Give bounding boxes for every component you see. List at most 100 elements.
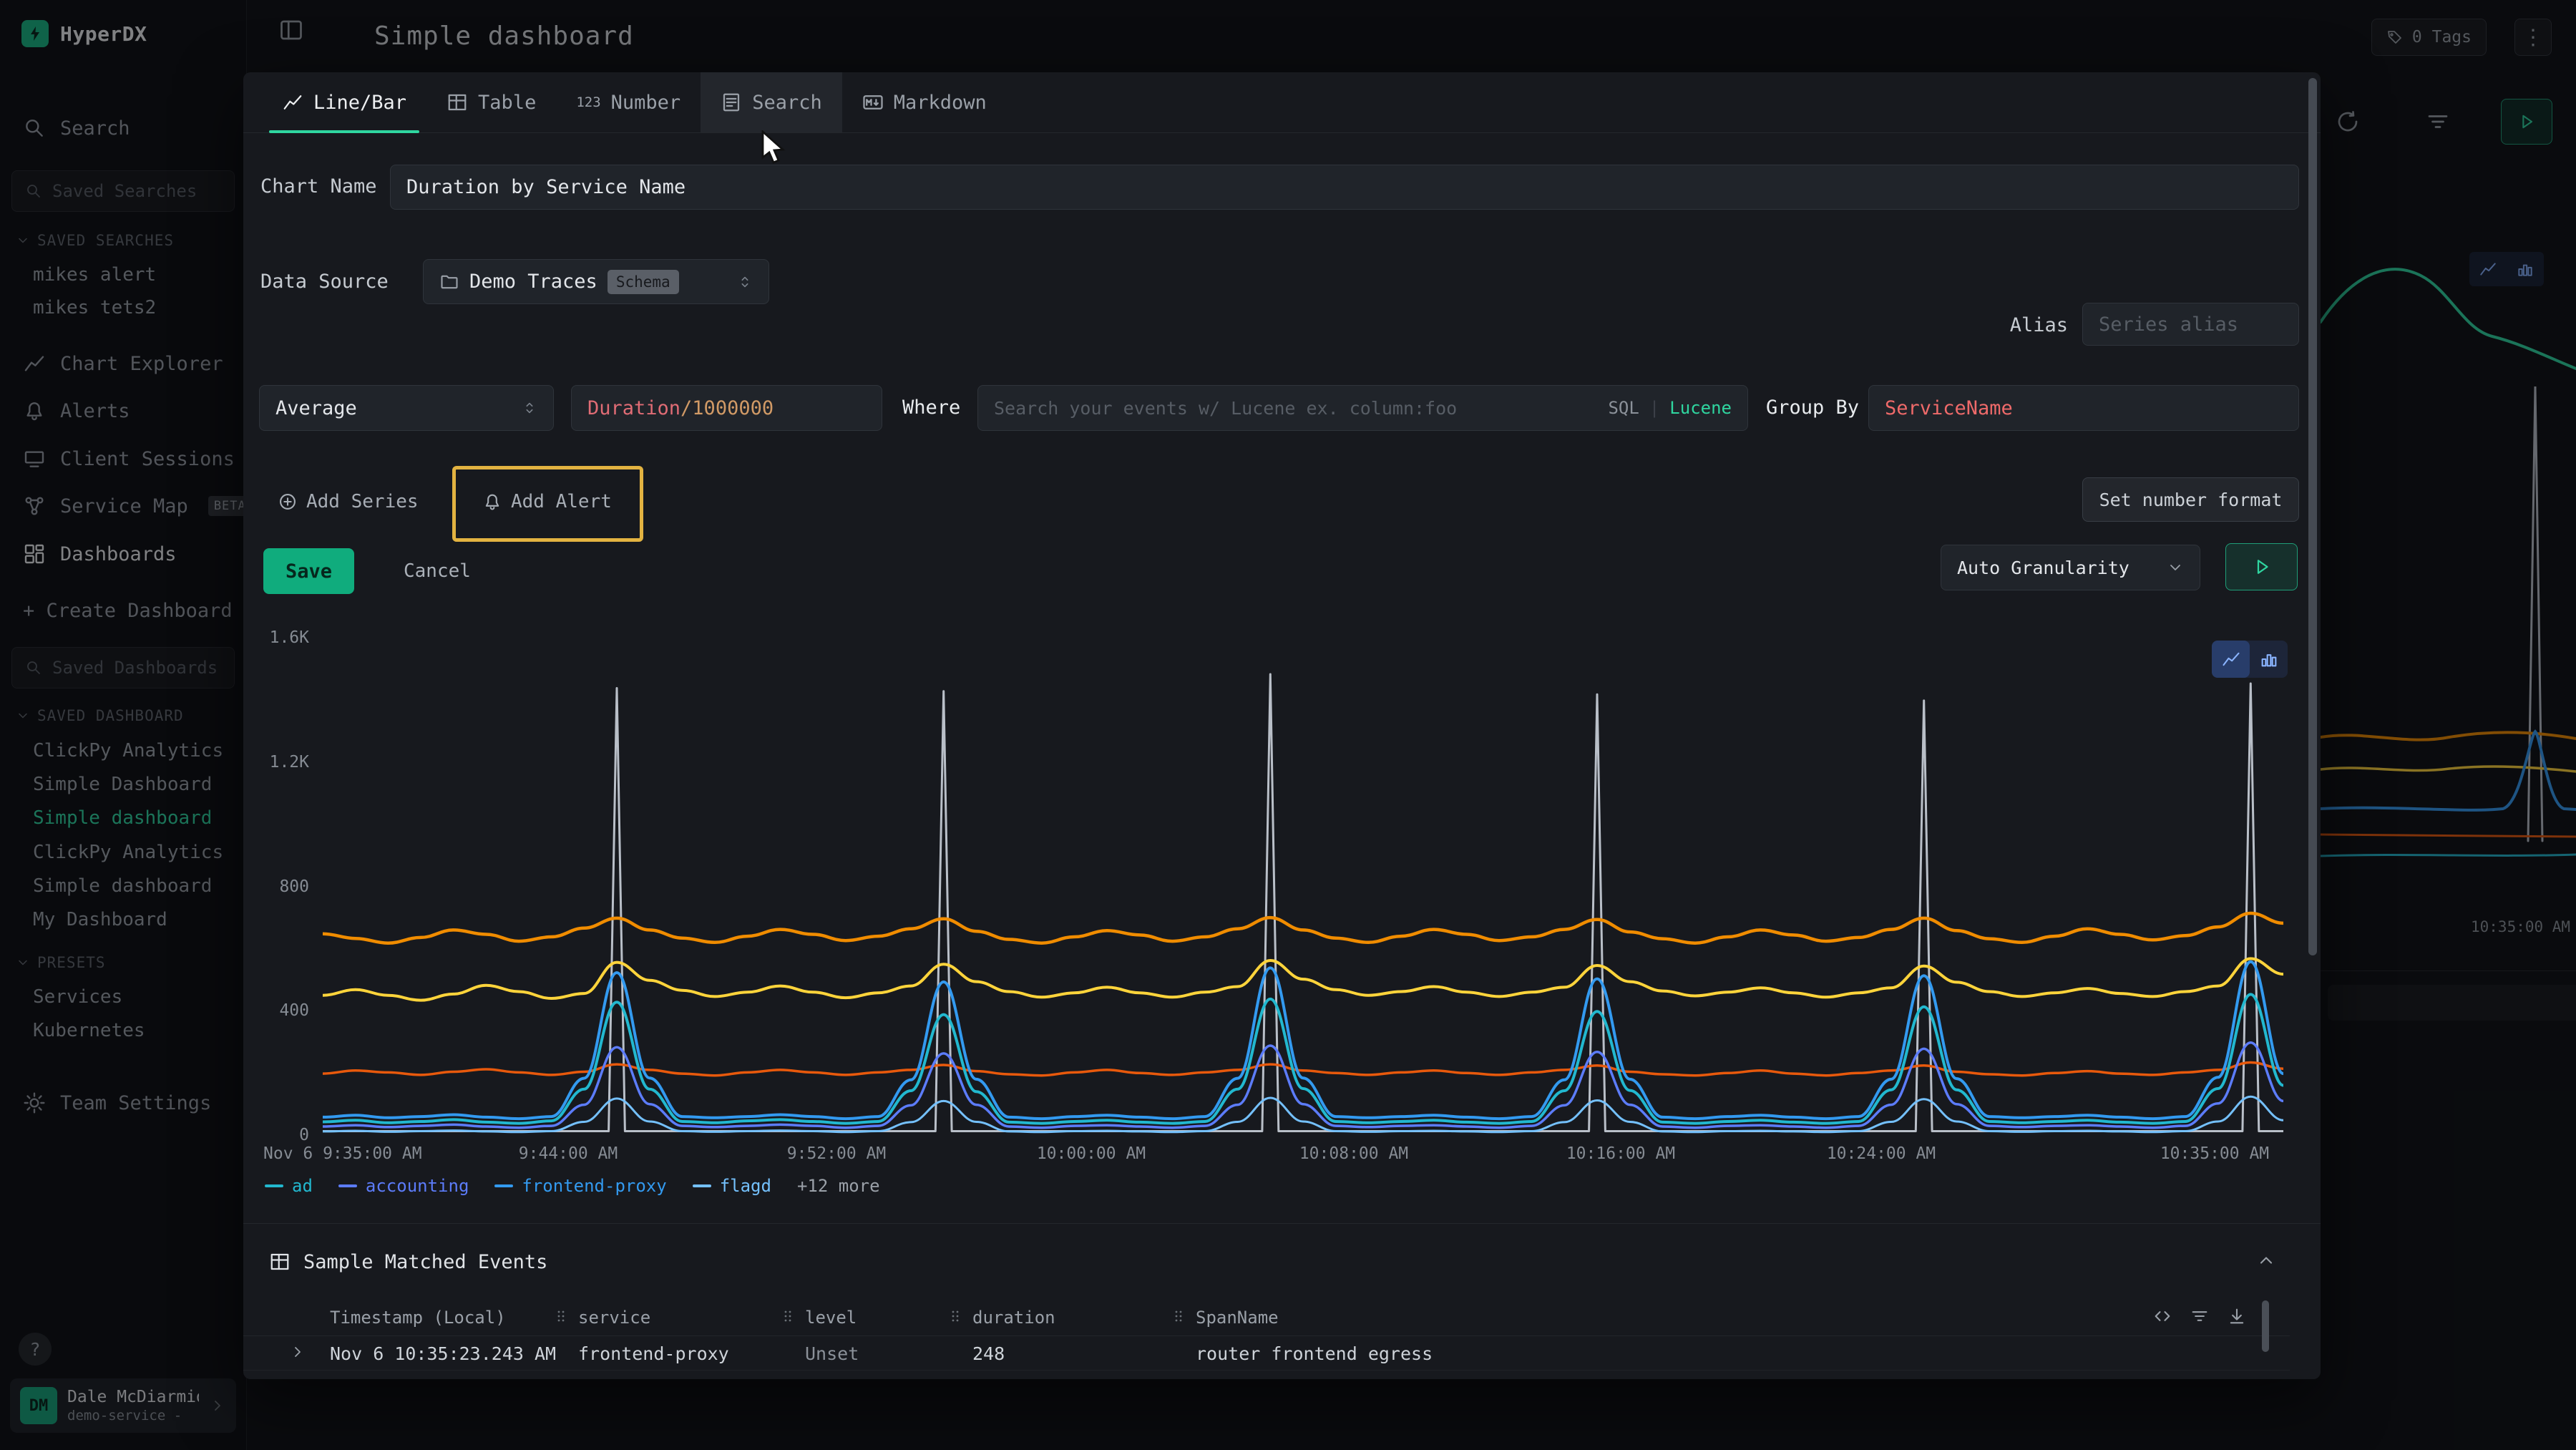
x-axis-tick: 10:35:00 AM — [2160, 1144, 2269, 1163]
granularity-value: Auto Granularity — [1957, 558, 2129, 578]
x-axis-tick: 10:16:00 AM — [1566, 1144, 1675, 1163]
event-row[interactable]: Nov 6 10:35:23.243 AMfrontend-proxyUnset… — [243, 1371, 2290, 1379]
column-header[interactable]: SpanName — [1196, 1308, 1279, 1328]
field-input[interactable]: Duration/1000000 — [571, 385, 882, 431]
select-arrows-icon — [737, 274, 753, 290]
data-source-select[interactable]: Demo Traces Schema — [423, 259, 769, 304]
collapse-events-icon[interactable] — [2256, 1250, 2276, 1270]
event-level: Unset — [805, 1343, 859, 1364]
data-source-label: Data Source — [260, 271, 389, 293]
filter-icon[interactable] — [2190, 1306, 2210, 1326]
bar-chart-toggle[interactable] — [2250, 641, 2288, 678]
bar-chart-icon — [2259, 649, 2279, 669]
linechart-icon — [282, 92, 303, 113]
column-header[interactable]: level — [805, 1308, 857, 1328]
event-service: frontend-proxy — [578, 1378, 729, 1379]
legend-swatch — [693, 1184, 711, 1187]
tab-label: Line/Bar — [313, 92, 406, 114]
where-input[interactable]: Search your events w/ Lucene ex. column:… — [977, 385, 1748, 431]
event-row[interactable]: Nov 6 10:35:23.243 AM frontend-proxy Unset… — [243, 1336, 2290, 1371]
column-header[interactable]: duration — [972, 1308, 1055, 1328]
legend-label: ad — [292, 1176, 313, 1196]
legend-swatch — [338, 1184, 357, 1187]
tab-table[interactable]: Table — [426, 72, 556, 132]
column-grip-icon[interactable] — [552, 1308, 570, 1325]
chevron-down-icon — [2167, 559, 2184, 576]
events-title: Sample Matched Events — [303, 1251, 547, 1273]
chart-name-input[interactable]: Duration by Service Name — [390, 165, 2299, 210]
alias-label: Alias — [1996, 314, 2068, 336]
granularity-select[interactable]: Auto Granularity — [1941, 545, 2200, 590]
schema-badge: Schema — [608, 270, 679, 294]
cancel-label: Cancel — [404, 560, 471, 582]
modal-scrollbar[interactable] — [2308, 78, 2317, 955]
add-series-button[interactable]: Add Series — [265, 482, 431, 522]
alias-placeholder: Series alias — [2099, 313, 2238, 336]
legend-item[interactable]: frontend-proxy — [494, 1176, 666, 1196]
tab-label: Table — [478, 92, 536, 114]
code-icon[interactable] — [2152, 1306, 2172, 1326]
sql-toggle[interactable]: SQL — [1608, 398, 1639, 418]
download-icon[interactable] — [2227, 1306, 2247, 1326]
group-by-input[interactable]: ServiceName — [1868, 385, 2299, 431]
select-arrows-icon — [522, 400, 537, 416]
column-grip-icon[interactable] — [947, 1308, 964, 1325]
legend-item[interactable]: ad — [265, 1176, 313, 1196]
tab-markdown[interactable]: Markdown — [842, 72, 1007, 132]
aggregation-value: Average — [275, 397, 357, 419]
run-query-button[interactable] — [2225, 543, 2298, 590]
events-table-header: Timestamp (Local) service level duration Spa… — [243, 1299, 2290, 1336]
query-language-toggle: SQL | Lucene — [1608, 398, 1732, 418]
table-icon — [447, 92, 468, 113]
where-placeholder: Search your events w/ Lucene ex. column:… — [994, 398, 1457, 419]
aggregation-select[interactable]: Average — [259, 385, 554, 431]
row-expand-icon[interactable] — [289, 1378, 306, 1379]
x-axis: Nov 6 9:35:00 AM9:44:00 AM9:52:00 AM10:0… — [243, 1144, 2321, 1173]
chart-editor-modal: Line/BarTable123NumberSearchMarkdown Cha… — [243, 72, 2321, 1379]
chart-legend: ad accounting frontend-proxy flagd +12 more — [265, 1176, 880, 1196]
y-axis-tick: 800 — [243, 877, 309, 896]
legend-item[interactable]: accounting — [338, 1176, 469, 1196]
x-axis-tick: 10:00:00 AM — [1037, 1144, 1146, 1163]
data-source-value: Demo Traces — [469, 271, 597, 293]
column-grip-icon[interactable] — [1170, 1308, 1187, 1325]
alert-highlight-annotation — [452, 466, 643, 542]
column-header[interactable]: service — [578, 1308, 650, 1328]
folder-icon — [439, 272, 459, 292]
tab-line-bar[interactable]: Line/Bar — [262, 72, 426, 132]
line-chart-toggle[interactable] — [2212, 641, 2250, 678]
set-number-format-button[interactable]: Set number format — [2082, 477, 2299, 522]
group-by-value: ServiceName — [1885, 397, 2013, 419]
x-axis-tick: 10:24:00 AM — [1827, 1144, 1936, 1163]
save-button[interactable]: Save — [263, 548, 354, 594]
chart-type-toggle — [2212, 641, 2288, 678]
x-axis-tick: 10:08:00 AM — [1299, 1144, 1408, 1163]
field-secondary: /1000000 — [680, 397, 774, 419]
divider — [243, 1223, 2321, 1224]
event-span: router frontend egress — [1196, 1378, 1433, 1379]
legend-more[interactable]: +12 more — [797, 1176, 880, 1196]
events-icon — [269, 1251, 291, 1273]
duration-chart[interactable] — [323, 638, 2283, 1136]
where-label: Where — [902, 396, 960, 419]
event-span: router frontend egress — [1196, 1343, 1433, 1364]
tab-number[interactable]: 123Number — [556, 72, 701, 132]
x-axis-tick: 9:44:00 AM — [519, 1144, 618, 1163]
row-expand-icon[interactable] — [289, 1343, 306, 1361]
plus-circle-icon — [278, 492, 298, 512]
tab-search[interactable]: Search — [701, 72, 842, 132]
column-grip-icon[interactable] — [779, 1308, 796, 1325]
app-root: Simple dashboard 0 Tags ⋮ 10:35:00 AM — [0, 0, 2576, 1450]
event-service: frontend-proxy — [578, 1343, 729, 1364]
legend-item[interactable]: flagd — [693, 1176, 771, 1196]
cancel-button[interactable]: Cancel — [391, 548, 484, 594]
event-timestamp: Nov 6 10:35:23.243 AM — [330, 1343, 556, 1364]
lucene-toggle[interactable]: Lucene — [1669, 398, 1732, 418]
toggle-separator: | — [1649, 398, 1659, 418]
events-rows: Nov 6 10:35:23.243 AM frontend-proxy Unset… — [243, 1336, 2290, 1379]
tab-label: Number — [611, 92, 681, 114]
alias-input[interactable]: Series alias — [2082, 303, 2299, 346]
event-duration: 248 — [972, 1343, 1005, 1364]
mouse-cursor — [757, 130, 789, 171]
column-header[interactable]: Timestamp (Local) — [330, 1308, 506, 1328]
